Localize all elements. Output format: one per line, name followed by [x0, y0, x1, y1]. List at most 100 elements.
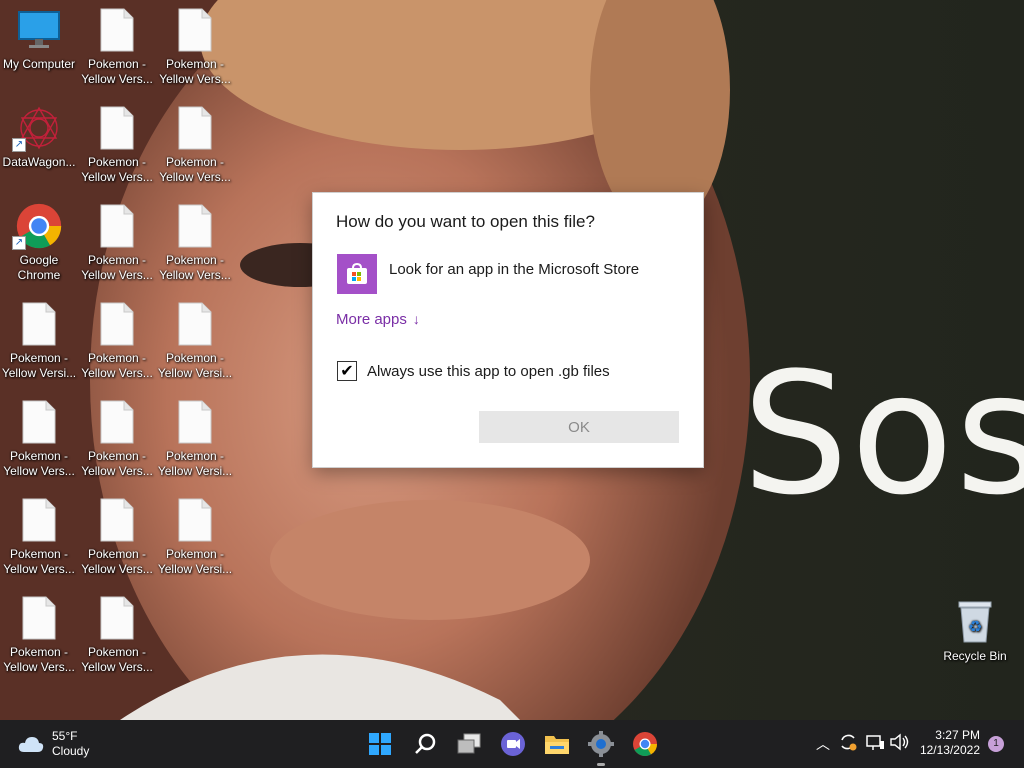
desktop-icon-label: My Computer: [2, 57, 76, 71]
desktop-icon[interactable]: Pokemon - Yellow Vers...: [0, 496, 78, 577]
file-icon: [0, 496, 78, 544]
recycle-bin-icon: ♻: [936, 598, 1014, 646]
file-icon: [156, 496, 234, 544]
weather-desc: Cloudy: [52, 744, 90, 758]
always-use-option[interactable]: ✔ Always use this app to open .gb files: [337, 361, 610, 381]
chrome-icon[interactable]: [631, 730, 659, 758]
clock-date: 12/13/2022: [919, 743, 980, 757]
desktop-icon[interactable]: Pokemon - Yellow Vers...: [0, 594, 78, 675]
network-icon[interactable]: [865, 732, 885, 755]
open-with-dialog: How do you want to open this file? Look …: [313, 193, 703, 467]
monitor-icon: [0, 6, 78, 54]
desktop-icon[interactable]: Pokemon - Yellow Vers...: [78, 104, 156, 185]
desktop-icon[interactable]: Pokemon - Yellow Vers...: [78, 496, 156, 577]
more-apps-link[interactable]: More apps ↓: [336, 311, 420, 328]
desktop-icon-label: DataWagon...: [2, 155, 76, 169]
desktop-icon-label: Pokemon - Yellow Vers...: [81, 351, 153, 380]
desktop-icon-label: Pokemon - Yellow Vers...: [3, 547, 75, 576]
desktop-icon[interactable]: Pokemon - Yellow Vers...: [156, 104, 234, 185]
desktop-icon-label: Pokemon - Yellow Vers...: [3, 645, 75, 674]
desktop-icon[interactable]: ↗ DataWagon...: [0, 104, 78, 170]
desktop-icon[interactable]: Pokemon - Yellow Vers...: [78, 6, 156, 87]
weather-widget[interactable]: 55°F Cloudy: [18, 729, 89, 759]
desktop-icon[interactable]: Pokemon - Yellow Vers...: [78, 300, 156, 381]
clock-time: 3:27 PM: [935, 728, 980, 742]
file-icon: [156, 104, 234, 152]
desktop-icon-label: Pokemon - Yellow Vers...: [81, 449, 153, 478]
desktop-icon-label: Pokemon - Yellow Vers...: [81, 57, 153, 86]
cloud-icon: [18, 737, 44, 752]
desktop-icon[interactable]: Pokemon - Yellow Versi...: [156, 398, 234, 479]
ok-button[interactable]: OK: [479, 411, 679, 443]
microsoft-store-icon: [337, 254, 377, 294]
recycle-bin-label: Recycle Bin: [943, 649, 1007, 663]
wallpaper-text: Sos: [742, 336, 1024, 532]
volume-icon[interactable]: [889, 732, 911, 755]
desktop-icon-label: Google Chrome: [17, 253, 61, 282]
sync-icon[interactable]: [838, 732, 858, 755]
desktop-icon[interactable]: Pokemon - Yellow Vers...: [78, 202, 156, 283]
desktop-icon[interactable]: Pokemon - Yellow Versi...: [156, 496, 234, 577]
desktop-icon[interactable]: Pokemon - Yellow Vers...: [78, 398, 156, 479]
file-icon: [78, 594, 156, 642]
datawagon-icon: ↗: [0, 104, 78, 152]
taskbar: 55°F Cloudy ︿ 3:27 PM 12/13/2022 1: [0, 720, 1024, 768]
desktop-icon-label: Pokemon - Yellow Vers...: [159, 253, 231, 282]
file-icon: [0, 300, 78, 348]
file-icon: [156, 398, 234, 446]
desktop-icon[interactable]: Pokemon - Yellow Vers...: [78, 594, 156, 675]
file-icon: [0, 398, 78, 446]
desktop-icon-label: Pokemon - Yellow Vers...: [159, 155, 231, 184]
file-explorer-icon[interactable]: [543, 730, 571, 758]
file-icon: [78, 398, 156, 446]
always-use-label: Always use this app to open .gb files: [367, 362, 610, 380]
desktop-icon-label: Pokemon - Yellow Vers...: [81, 645, 153, 674]
desktop-icon-label: Pokemon - Yellow Vers...: [81, 547, 153, 576]
chevron-up-icon[interactable]: ︿: [816, 734, 830, 754]
teams-chat-icon[interactable]: [499, 730, 527, 758]
start-icon[interactable]: [366, 730, 394, 758]
chrome-icon: ↗: [0, 202, 78, 250]
weather-temp: 55°F: [52, 729, 78, 743]
desktop-icon[interactable]: Pokemon - Yellow Versi...: [0, 300, 78, 381]
dialog-title: How do you want to open this file?: [336, 212, 595, 231]
svg-text:♻: ♻: [968, 619, 982, 636]
shortcut-arrow-icon: ↗: [12, 236, 26, 250]
settings-icon[interactable]: [587, 730, 615, 758]
desktop-icon[interactable]: ↗ Google Chrome: [0, 202, 78, 283]
file-icon: [0, 594, 78, 642]
shortcut-arrow-icon: ↗: [12, 138, 26, 152]
search-icon[interactable]: [411, 730, 439, 758]
arrow-down-icon: ↓: [412, 311, 420, 327]
file-icon: [156, 6, 234, 54]
file-icon: [78, 104, 156, 152]
active-app-indicator: [597, 763, 605, 766]
file-icon: [78, 6, 156, 54]
desktop-icon-label: Pokemon - Yellow Versi...: [157, 351, 233, 380]
more-apps-label: More apps: [336, 311, 407, 328]
file-icon: [156, 300, 234, 348]
desktop-icon[interactable]: Pokemon - Yellow Vers...: [156, 6, 234, 87]
desktop-icon-label: Pokemon - Yellow Vers...: [81, 155, 153, 184]
microsoft-store-label: Look for an app in the Microsoft Store: [389, 260, 640, 278]
clock[interactable]: 3:27 PM 12/13/2022: [918, 728, 980, 758]
desktop-icon[interactable]: Pokemon - Yellow Vers...: [156, 202, 234, 283]
desktop-icon-label: Pokemon - Yellow Versi...: [157, 449, 233, 478]
desktop-icon-label: Pokemon - Yellow Vers...: [3, 449, 75, 478]
notification-badge[interactable]: 1: [988, 736, 1004, 752]
recycle-bin[interactable]: ♻ Recycle Bin: [936, 598, 1014, 664]
file-icon: [78, 300, 156, 348]
file-icon: [78, 496, 156, 544]
desktop-icon-label: Pokemon - Yellow Vers...: [159, 57, 231, 86]
desktop-icon-label: Pokemon - Yellow Versi...: [1, 351, 77, 380]
desktop-icon[interactable]: My Computer: [0, 6, 78, 72]
microsoft-store-option[interactable]: Look for an app in the Microsoft Store: [337, 254, 639, 294]
desktop-icon-label: Pokemon - Yellow Vers...: [81, 253, 153, 282]
desktop-icon[interactable]: Pokemon - Yellow Versi...: [156, 300, 234, 381]
desktop-icon[interactable]: Pokemon - Yellow Vers...: [0, 398, 78, 479]
file-icon: [156, 202, 234, 250]
task-view-icon[interactable]: [455, 730, 483, 758]
always-use-checkbox[interactable]: ✔: [337, 361, 357, 381]
file-icon: [78, 202, 156, 250]
desktop-icon-label: Pokemon - Yellow Versi...: [157, 547, 233, 576]
